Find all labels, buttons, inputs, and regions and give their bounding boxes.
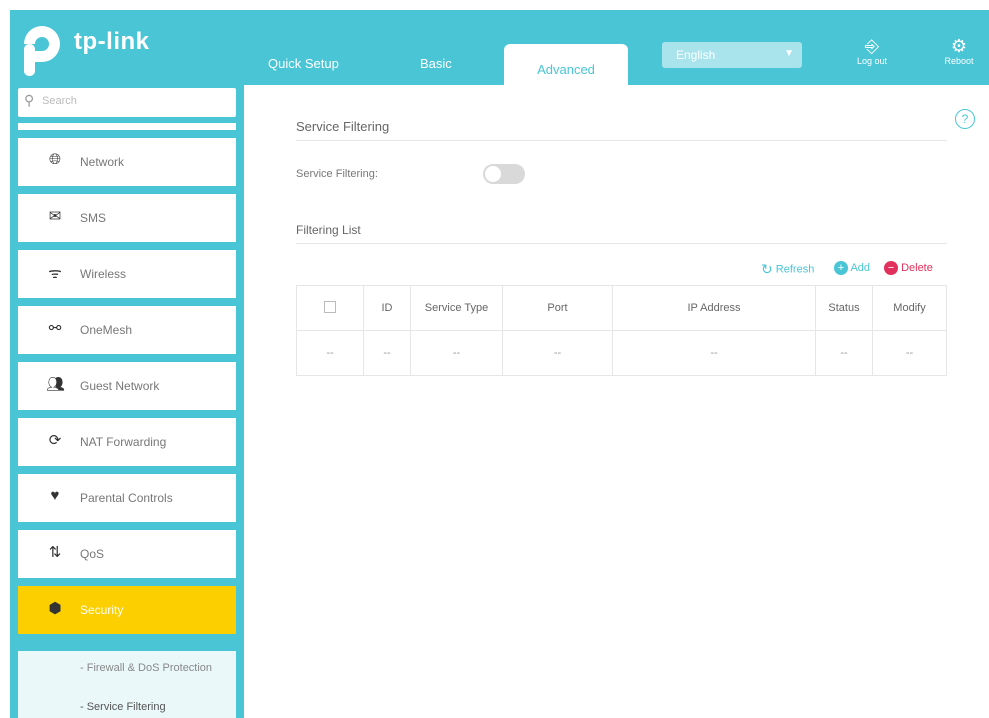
table-cell: -- — [410, 330, 503, 376]
column-header-modify: Modify — [872, 285, 947, 331]
column-header-ip-address: IP Address — [612, 285, 816, 331]
sidebar-item-guest-network[interactable]: 👥︎ Guest Network — [18, 362, 236, 410]
sidebar-item-nat-forwarding[interactable]: ⟳ NAT Forwarding — [18, 418, 236, 466]
add-icon: + — [834, 261, 848, 275]
shield-icon: ⬢ — [48, 600, 62, 617]
security-submenu: - Firewall & DoS Protection - Service Fi… — [18, 651, 236, 718]
help-icon[interactable]: ? — [955, 109, 975, 129]
toggle-label: Service Filtering: — [296, 168, 378, 180]
column-header-status: Status — [815, 285, 873, 331]
refresh-icon: ↻ — [761, 261, 773, 277]
section-divider — [296, 140, 947, 141]
refresh-label: Refresh — [775, 263, 815, 276]
sidebar-item-label: Guest Network — [80, 379, 160, 393]
sidebar-item-network[interactable]: 🌐︎ Network — [18, 138, 236, 186]
sidebar-item-label: Wireless — [80, 267, 127, 281]
sidebar: ⚲ Search 🌐︎ Network ✉ SMS ᯤ Wireless ⚯ O… — [10, 85, 244, 718]
sidebar-item-security[interactable]: ⬢ Security — [18, 586, 236, 634]
qos-icon: ⇅ — [48, 544, 62, 561]
toggle-knob — [485, 166, 501, 182]
column-header-service-type: Service Type — [410, 285, 503, 331]
logout-icon: ⎆ — [864, 36, 880, 56]
table-cell: -- — [815, 330, 873, 376]
mesh-icon: ⚯ — [48, 320, 62, 337]
column-header-id: ID — [363, 285, 411, 331]
sub-item-service-filtering[interactable]: - Service Filtering — [80, 701, 166, 713]
sidebar-item-label: NAT Forwarding — [80, 435, 167, 449]
menu-divider — [18, 123, 236, 130]
wireless-icon: ᯤ — [48, 265, 62, 282]
table-cell: -- — [612, 330, 816, 376]
chevron-down-icon: ▼ — [784, 48, 794, 59]
search-placeholder: Search — [42, 95, 77, 107]
main-panel: Service Filtering ? Service Filtering: F… — [244, 85, 989, 718]
sidebar-item-label: SMS — [80, 211, 107, 225]
list-divider — [296, 243, 947, 244]
gear-icon: ⚙ — [950, 36, 968, 56]
add-button[interactable]: + Add — [834, 261, 870, 275]
guest-icon: 👥︎ — [46, 376, 66, 393]
service-filtering-toggle[interactable] — [483, 164, 525, 184]
sidebar-item-label: OneMesh — [80, 323, 133, 337]
delete-button[interactable]: − Delete — [884, 261, 933, 275]
refresh-button[interactable]: ↻ Refresh — [761, 261, 814, 278]
table-cell: -- — [872, 330, 947, 376]
sidebar-item-label: Security — [80, 603, 124, 617]
select-all-cell — [296, 285, 364, 331]
table-cell: -- — [296, 330, 364, 376]
sidebar-item-parental-controls[interactable]: ♥ Parental Controls — [18, 474, 236, 522]
logo-mark-icon — [24, 26, 60, 76]
sidebar-item-qos[interactable]: ⇅ QoS — [18, 530, 236, 578]
sidebar-item-wireless[interactable]: ᯤ Wireless — [18, 250, 236, 298]
envelope-icon: ✉ — [48, 208, 62, 225]
sidebar-item-label: Parental Controls — [80, 491, 173, 505]
logo-text: tp-link — [74, 28, 150, 55]
tp-link-logo: tp-link — [20, 22, 160, 78]
language-value: English — [676, 48, 716, 62]
globe-icon: 🌐︎ — [48, 151, 61, 168]
sub-item-firewall-dos[interactable]: - Firewall & DoS Protection — [80, 662, 212, 674]
sidebar-item-sms[interactable]: ✉ SMS — [18, 194, 236, 242]
search-input[interactable]: ⚲ Search — [18, 88, 236, 117]
column-header-port: Port — [502, 285, 613, 331]
table-cell: -- — [502, 330, 613, 376]
add-label: Add — [850, 261, 871, 274]
nat-icon: ⟳ — [48, 432, 62, 449]
reboot-button[interactable]: ⚙ Reboot — [939, 36, 979, 66]
section-title: Service Filtering — [296, 119, 390, 134]
tab-basic[interactable]: Basic — [420, 56, 452, 71]
filtering-list-table: ID Service Type Port IP Address Status M… — [296, 285, 947, 376]
top-header: tp-link Quick Setup Basic Advanced Engli… — [10, 10, 989, 94]
sidebar-item-label: Network — [80, 155, 125, 169]
sidebar-item-onemesh[interactable]: ⚯ OneMesh — [18, 306, 236, 354]
delete-icon: − — [884, 261, 898, 275]
list-title: Filtering List — [296, 223, 361, 237]
delete-label: Delete — [901, 261, 933, 274]
language-select[interactable]: English ▼ — [662, 42, 802, 68]
tab-quick-setup[interactable]: Quick Setup — [268, 56, 339, 71]
select-all-checkbox[interactable] — [324, 300, 336, 313]
logout-button[interactable]: ⎆ Log out — [852, 36, 892, 66]
table-header-row: ID Service Type Port IP Address Status M… — [296, 285, 947, 331]
sidebar-item-label: QoS — [80, 547, 105, 561]
table-row: -- -- -- -- -- -- -- — [296, 330, 947, 376]
reboot-label: Reboot — [944, 56, 974, 66]
search-icon: ⚲ — [24, 92, 35, 108]
table-cell: -- — [363, 330, 411, 376]
logout-label: Log out — [856, 56, 888, 66]
parental-icon: ♥ — [50, 487, 60, 504]
